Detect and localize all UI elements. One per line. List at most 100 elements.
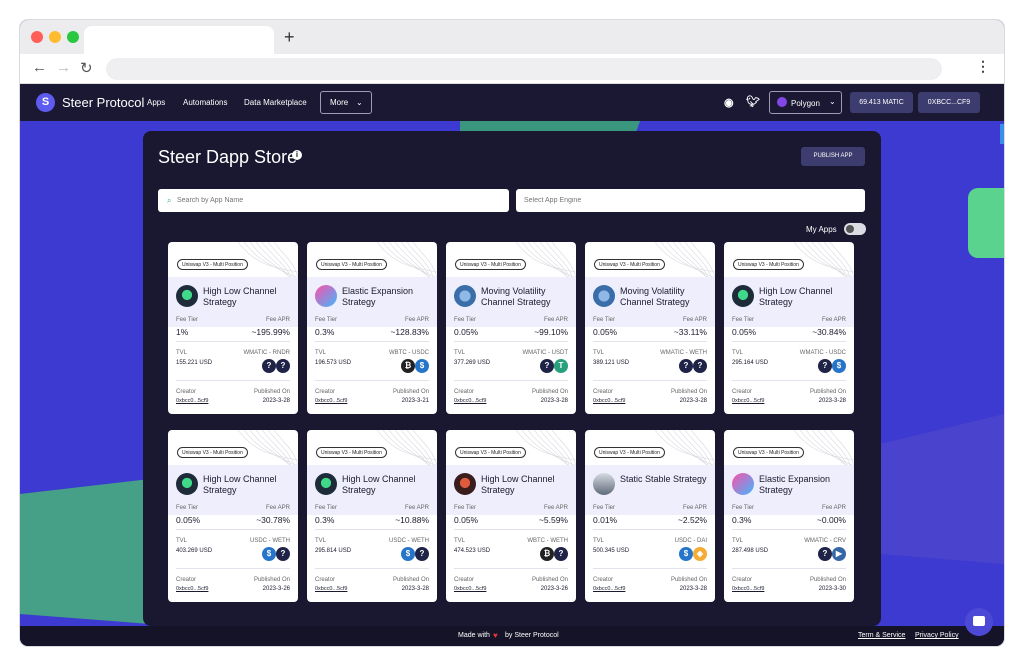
creator-link[interactable]: 0xbcc0...5cf9 <box>454 398 486 404</box>
high-low-icon <box>315 473 337 495</box>
maximize-window-icon[interactable] <box>67 31 79 43</box>
browser-titlebar: + <box>20 20 1004 54</box>
pair-label: WMATIC - CRV <box>804 538 846 544</box>
forward-icon[interactable]: → <box>56 59 71 76</box>
nav-link-data-marketplace[interactable]: Data Marketplace <box>244 98 307 107</box>
tvl-label: TVL <box>176 538 188 544</box>
tvl-value: 403.269 USD <box>176 548 213 554</box>
published-date: 2023-3-28 <box>679 586 707 592</box>
creator-label: Creator <box>454 577 475 583</box>
fee-apr-label: Fee APR <box>543 505 568 511</box>
moving-volatility-icon <box>593 285 615 307</box>
divider <box>315 341 429 342</box>
close-window-icon[interactable] <box>31 31 43 43</box>
publish-app-button[interactable]: PUBLISH APP <box>801 147 865 166</box>
more-dropdown[interactable]: More ⌄ <box>320 91 372 114</box>
creator-link[interactable]: 0xbcc0...5cf9 <box>315 398 347 404</box>
fee-tier-value: 0.3% <box>315 515 335 525</box>
browser-menu-icon[interactable]: ⋮ <box>976 58 990 75</box>
creator-link[interactable]: 0xbcc0...5cf9 <box>454 586 486 592</box>
info-icon[interactable]: i <box>292 150 302 160</box>
chat-button[interactable] <box>965 608 993 636</box>
wallet-button[interactable]: 0XBCC...CF9 <box>918 92 980 113</box>
pair-label: USDC - DAI <box>674 538 707 544</box>
strategy-card[interactable]: Uniswap V3 - Multi Position High Low Cha… <box>168 242 298 414</box>
fee-tier-label: Fee Tier <box>593 317 616 323</box>
creator-label: Creator <box>176 577 197 583</box>
published-date: 2023-3-21 <box>401 398 429 404</box>
creator-label: Creator <box>732 577 753 583</box>
tvl-value: 474.523 USD <box>454 548 491 554</box>
divider <box>315 380 429 381</box>
fee-apr-label: Fee APR <box>404 317 429 323</box>
tvl-value: 500.345 USD <box>593 548 630 554</box>
pair-label: WMATIC - RNDR <box>243 350 290 356</box>
creator-link[interactable]: 0xbcc0...5cf9 <box>732 398 764 404</box>
strategy-card[interactable]: Uniswap V3 - Multi Position Moving Volat… <box>585 242 715 414</box>
published-label: Published On <box>531 389 568 395</box>
creator-link[interactable]: 0xbcc0...5cf9 <box>593 586 625 592</box>
network-selector[interactable]: Polygon ⌄ <box>769 91 842 114</box>
tvl-label: TVL <box>454 538 466 544</box>
terms-link[interactable]: Term & Service <box>858 632 905 639</box>
brand-name[interactable]: Steer Protocol <box>62 95 144 110</box>
creator-link[interactable]: 0xbcc0...5cf9 <box>593 398 625 404</box>
twitter-icon[interactable]: 🐦︎ <box>746 95 760 108</box>
fee-apr-label: Fee APR <box>682 317 707 323</box>
tvl-value: 155.221 USD <box>176 360 213 366</box>
privacy-link[interactable]: Privacy Policy <box>915 632 959 639</box>
creator-link[interactable]: 0xbcc0...5cf9 <box>315 586 347 592</box>
search-icon: ⌕ <box>167 196 172 205</box>
divider <box>593 568 707 569</box>
strategy-card[interactable]: Uniswap V3 - Multi Position Elastic Expa… <box>724 430 854 602</box>
strategy-card[interactable]: Uniswap V3 - Multi Position High Low Cha… <box>724 242 854 414</box>
published-date: 2023-3-26 <box>540 586 568 592</box>
reload-icon[interactable]: ↻ <box>80 59 93 77</box>
creator-link[interactable]: 0xbcc0...5cf9 <box>176 586 208 592</box>
unknown-token-icon: ? <box>276 547 290 561</box>
strategy-card[interactable]: Uniswap V3 - Multi Position High Low Cha… <box>446 430 576 602</box>
engine-badge: Uniswap V3 - Multi Position <box>733 447 804 458</box>
strategy-card[interactable]: Uniswap V3 - Multi Position High Low Cha… <box>307 430 437 602</box>
network-label: Polygon <box>791 99 820 108</box>
fee-apr-label: Fee APR <box>821 505 846 511</box>
strategy-card[interactable]: Uniswap V3 - Multi Position Static Stabl… <box>585 430 715 602</box>
back-icon[interactable]: ← <box>32 59 47 76</box>
fee-tier-label: Fee Tier <box>176 317 199 323</box>
tvl-label: TVL <box>315 538 327 544</box>
nav-link-apps[interactable]: Apps <box>147 98 165 107</box>
published-label: Published On <box>253 389 290 395</box>
divider <box>732 341 846 342</box>
published-date: 2023-3-28 <box>401 586 429 592</box>
browser-tab[interactable] <box>84 26 274 54</box>
balance-button[interactable]: 69.413 MATIC <box>850 92 913 113</box>
nav-link-automations[interactable]: Automations <box>183 98 227 107</box>
steer-logo-icon[interactable]: S <box>36 93 55 112</box>
fee-apr-label: Fee APR <box>265 317 290 323</box>
my-apps-toggle[interactable] <box>844 223 866 235</box>
pair-label: WMATIC - USDC <box>799 350 846 356</box>
pair-label: USDC - WETH <box>389 538 429 544</box>
engine-badge: Uniswap V3 - Multi Position <box>733 259 804 270</box>
app-engine-select[interactable] <box>516 189 865 212</box>
tvl-value: 389.121 USD <box>593 360 630 366</box>
polygon-icon <box>777 97 787 107</box>
strategy-card[interactable]: Uniswap V3 - Multi Position Elastic Expa… <box>307 242 437 414</box>
new-tab-icon[interactable]: + <box>284 27 295 48</box>
fee-apr-value: ~195.99% <box>251 327 290 337</box>
strategy-card[interactable]: Uniswap V3 - Multi Position Moving Volat… <box>446 242 576 414</box>
published-label: Published On <box>531 577 568 583</box>
creator-link[interactable]: 0xbcc0...5cf9 <box>732 586 764 592</box>
browser-window: + ← → ↻ ⋮ S Steer Protocol Apps Automati… <box>20 20 1004 646</box>
url-field[interactable] <box>106 58 942 80</box>
discord-icon[interactable]: ◉ <box>724 96 734 109</box>
minimize-window-icon[interactable] <box>49 31 61 43</box>
strategy-name: Moving Volatility Channel Strategy <box>620 286 690 307</box>
creator-link[interactable]: 0xbcc0...5cf9 <box>176 398 208 404</box>
search-input[interactable] <box>158 189 509 212</box>
fee-tier-value: 0.05% <box>454 515 479 525</box>
tvl-label: TVL <box>732 538 744 544</box>
strategy-card[interactable]: Uniswap V3 - Multi Position High Low Cha… <box>168 430 298 602</box>
pair-label: USDC - WETH <box>250 538 290 544</box>
toggle-knob <box>846 225 854 233</box>
